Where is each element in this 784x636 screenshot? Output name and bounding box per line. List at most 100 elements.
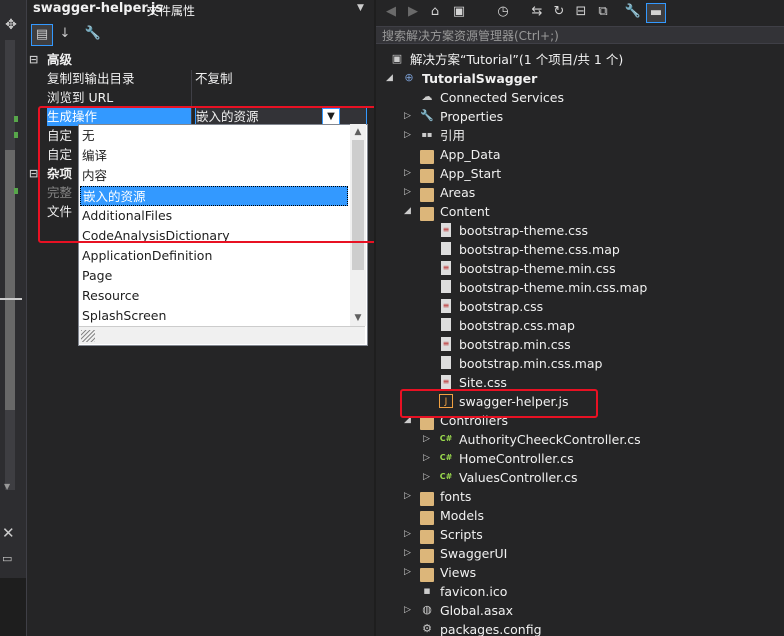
folder-icon [420,511,434,525]
solution-tree: ▣ 解决方案“Tutorial”(1 个项目/共 1 个) ◢ ⊕ Tutori… [376,50,784,636]
collapsed-arrow-icon[interactable]: ▷ [404,164,416,183]
csharp-file-icon: C# [439,453,453,462]
tree-item-label: bootstrap.css.map [459,318,575,333]
tree-item-label: 引用 [440,128,466,143]
pin-icon[interactable]: ✥ [2,16,20,34]
web-project-icon: ⊕ [404,71,414,84]
image-file-icon: ▪ [423,584,431,597]
tree-item-label: favicon.ico [440,584,508,599]
alphabetical-icon[interactable]: ↓ [55,24,75,44]
property-row[interactable]: 复制到输出目录 不复制 [27,69,367,88]
dropdown-option[interactable]: Resource [80,286,350,306]
dropdown-option[interactable]: ApplicationDefinition [80,246,350,266]
collapsed-arrow-icon[interactable]: ▷ [404,563,416,582]
properties-icon[interactable]: 🔧 [624,3,642,21]
tree-item-label: Global.asax [440,603,514,618]
solution-search-input[interactable]: 搜索解决方案资源管理器(Ctrl+;) [376,26,784,44]
switch-views-icon[interactable]: ▣ [450,3,468,21]
solution-explorer-toolbar: ◀ ▶ ⌂ ▣ ◷ ⇆ ↻ ⊟ ⧉ 🔧 ▬ [376,0,784,24]
collapsed-arrow-icon[interactable]: ▷ [423,468,435,487]
properties-file-name: swagger-helper.js [33,1,164,16]
solution-explorer: ◀ ▶ ⌂ ▣ ◷ ⇆ ↻ ⊟ ⧉ 🔧 ▬ 搜索解决方案资源管理器(Ctrl+;… [374,0,784,636]
tree-item-label: Scripts [440,527,483,542]
cloud-icon: ☁ [421,90,433,103]
property-name: 复制到输出目录 [47,71,135,86]
pending-changes-icon[interactable]: ◷ [494,3,512,21]
chevron-down-icon[interactable]: ▼ [357,3,364,13]
tree-item-label: bootstrap.css [459,299,544,314]
tree-item-label: Connected Services [440,90,564,105]
collapse-icon[interactable]: ⊟ [29,50,38,69]
annotation-box-swagger-helper [400,389,598,418]
collapsed-arrow-icon[interactable]: ▷ [404,544,416,563]
globe-file-icon: ◍ [422,603,432,616]
tree-item-label: fonts [440,489,472,504]
scroll-down-arrow-icon[interactable]: ▼ [4,482,10,491]
project-label: TutorialSwagger [422,71,538,86]
collapsed-arrow-icon[interactable]: ▷ [404,525,416,544]
folder-icon [420,492,434,506]
property-pages-icon[interactable]: 🔧 [83,24,103,44]
collapse-icon[interactable]: ⊟ [29,164,38,183]
css-file-icon: ≡ [441,337,451,351]
preview-icon[interactable]: ▬ [646,3,666,23]
folder-icon [420,416,434,430]
dropdown-option[interactable]: Page [80,266,350,286]
expanded-arrow-icon[interactable]: ◢ [386,69,398,88]
grip-icon[interactable] [81,330,95,342]
css-file-icon: ≡ [441,223,451,237]
solution-icon: ▣ [391,52,403,65]
show-all-files-icon[interactable]: ⧉ [594,3,612,21]
file-icon [441,280,451,293]
property-row[interactable]: 浏览到 URL [27,88,367,107]
tree-item-label: bootstrap.min.css.map [459,356,603,371]
tree-item-label: bootstrap.min.css [459,337,571,352]
category-advanced[interactable]: ⊟ 高级 [27,50,367,69]
refresh-icon[interactable]: ↻ [550,3,568,21]
css-file-icon: ≡ [441,375,451,389]
collapsed-arrow-icon[interactable]: ▷ [404,601,416,620]
back-icon[interactable]: ◀ [382,3,400,21]
scroll-down-icon[interactable]: ▼ [350,310,366,326]
window-icon[interactable]: ▭ [2,552,12,565]
properties-panel-label: 文件属性 [147,4,196,18]
resize-grip[interactable] [79,326,365,344]
csharp-file-icon: C# [439,434,453,443]
sync-icon[interactable]: ⇆ [528,3,546,21]
collapsed-arrow-icon[interactable]: ▷ [423,430,435,449]
collapsed-arrow-icon[interactable]: ▷ [404,183,416,202]
property-value[interactable]: 不复制 [195,69,365,88]
collapsed-arrow-icon[interactable]: ▷ [404,487,416,506]
category-label: 高级 [47,52,73,67]
folder-icon [420,169,434,183]
annotation-box-build-action [38,106,400,243]
css-file-icon: ≡ [441,299,451,313]
tree-item-label: bootstrap-theme.css [459,223,589,238]
close-icon[interactable]: ✕ [2,524,15,542]
tree-item-label: App_Data [440,147,501,162]
solution-label: 解决方案“Tutorial”(1 个项目/共 1 个) [410,52,624,67]
collapse-all-icon[interactable]: ⊟ [572,3,590,21]
expanded-arrow-icon[interactable]: ◢ [404,202,416,221]
collapsed-arrow-icon[interactable]: ▷ [404,107,416,126]
tree-item-label: Models [440,508,485,523]
config-file-icon: ⚙ [422,622,432,635]
references-icon: ▪▪ [421,130,433,139]
tree-item-label: bootstrap-theme.css.map [459,242,620,257]
change-marker [14,132,18,138]
dropdown-option[interactable]: SplashScreen [80,306,350,326]
tree-item-label: SwaggerUI [440,546,508,561]
collapsed-arrow-icon[interactable]: ▷ [423,449,435,468]
folder-icon [420,549,434,563]
change-marker [14,188,18,194]
folder-icon [420,207,434,221]
forward-icon[interactable]: ▶ [404,3,422,21]
tree-item-label: ValuesController.cs [459,470,578,485]
collapsed-arrow-icon[interactable]: ▷ [404,126,416,145]
tree-item-label: bootstrap-theme.min.css [459,261,616,276]
tree-item-label: Properties [440,109,504,124]
home-icon[interactable]: ⌂ [426,3,444,21]
folder-icon [420,150,434,164]
tree-item-label: App_Start [440,166,502,181]
categorized-icon[interactable]: ▤ [31,24,53,46]
